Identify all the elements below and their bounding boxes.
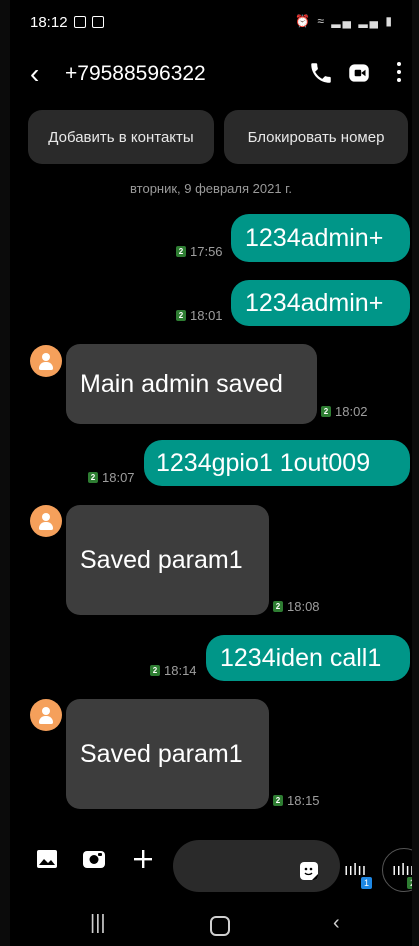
sim-badge: 2 [273,601,283,612]
messages-screen: 18:12 ⏰ ≈ ▂▄ ▂▄ ▮ ‹ +79588596322 Добавит… [10,0,412,946]
message-time: 18:07 [102,470,135,485]
sim1-badge: 1 [361,877,372,889]
message-time: 18:14 [164,663,197,678]
message-text: 1234admin+ [245,288,384,317]
more-vert-icon[interactable] [396,62,402,86]
outgoing-message-bubble[interactable]: 1234admin+ [231,280,410,326]
date-divider: вторник, 9 февраля 2021 г. [130,181,292,196]
outgoing-message-bubble[interactable]: 1234iden call1 [206,635,410,681]
gallery-notification-icon [74,16,86,28]
message-text: Saved param1 [80,739,243,768]
message-meta: 2 18:01 [176,308,223,323]
avatar[interactable] [30,505,62,537]
outgoing-message-bubble[interactable]: 1234admin+ [231,214,410,262]
message-meta: 2 18:02 [321,404,368,419]
back-arrow-icon[interactable]: ‹ [30,58,39,90]
video-call-icon[interactable] [346,60,372,86]
message-meta: 2 18:14 [150,663,197,678]
incoming-message-bubble[interactable]: Saved param1 [66,505,269,615]
sim-badge: 2 [321,406,331,417]
status-bar: 18:12 ⏰ ≈ ▂▄ ▂▄ ▮ [10,0,412,46]
outgoing-message-bubble[interactable]: 1234gpio1 1out009 [144,440,410,486]
sim-badge: 2 [176,246,186,257]
contact-number: +79588596322 [65,62,206,85]
plus-icon[interactable] [132,848,154,870]
message-time: 18:02 [335,404,368,419]
message-time: 18:08 [287,599,320,614]
status-indicators-icon: ⏰ ≈ ▂▄ ▂▄ ▮ [295,14,394,28]
back-nav-icon[interactable]: ‹ [333,912,340,935]
message-text: 1234iden call1 [220,643,382,672]
sim-badge: 2 [273,795,283,806]
status-time: 18:12 [30,14,68,31]
sim-badge: 2 [176,310,186,321]
block-number-label: Блокировать номер [247,128,385,146]
block-number-button[interactable]: Блокировать номер [224,110,408,164]
recent-apps-icon[interactable]: ||| [90,912,106,935]
message-text: Saved param1 [80,545,243,574]
message-meta: 2 18:08 [273,599,320,614]
sticker-icon[interactable] [300,862,318,880]
camera-icon[interactable] [82,848,106,870]
avatar[interactable] [30,699,62,731]
sim-badge: 2 [150,665,160,676]
incoming-message-bubble[interactable]: Main admin saved [66,344,317,424]
app-notification-icon [92,16,104,28]
message-text: Main admin saved [80,369,283,398]
home-icon[interactable] [210,916,230,936]
message-text: 1234gpio1 1out009 [156,448,371,477]
sim-badge: 2 [88,472,98,483]
image-icon[interactable] [36,848,58,870]
incoming-message-bubble[interactable]: Saved param1 [66,699,269,809]
sim2-badge: 2 [407,877,412,889]
phone-icon[interactable] [308,60,334,86]
message-meta: 2 18:07 [88,470,135,485]
message-text: 1234admin+ [245,223,384,252]
message-time: 18:15 [287,793,320,808]
add-contact-label: Добавить в контакты [48,128,194,146]
avatar[interactable] [30,345,62,377]
message-time: 18:01 [190,308,223,323]
add-contact-button[interactable]: Добавить в контакты [28,110,214,164]
message-meta: 2 17:56 [176,244,223,259]
message-time: 17:56 [190,244,223,259]
message-meta: 2 18:15 [273,793,320,808]
